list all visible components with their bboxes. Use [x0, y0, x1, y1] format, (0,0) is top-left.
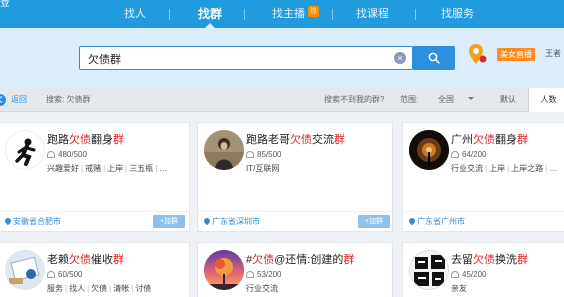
group-card[interactable]: #欠债@还情:创建的群 53/200 行业交流 [197, 242, 393, 297]
group-card[interactable]: 去留欠债换洗群 45/200 亲友 [402, 242, 564, 297]
group-location: 广东省广州市 [417, 217, 465, 226]
range-label: 范围: [400, 95, 419, 104]
member-count: 480/500 [47, 150, 87, 159]
card-footer: 广东省深圳市 +加群 [198, 211, 392, 231]
search-button[interactable] [413, 46, 455, 70]
member-count: 85/500 [246, 150, 281, 159]
people-icon [451, 271, 459, 278]
group-location: 安徽省合肥市 [13, 217, 61, 226]
card-footer: 安徽省合肥市 +加群 [0, 211, 189, 231]
group-name[interactable]: 广州欠债翻身群 [451, 131, 528, 147]
group-card[interactable]: 老赖欠债催收群 60/500 服务 | 找人 | 欠债 | 清帐 | 讨债 [0, 242, 190, 297]
join-group-button[interactable]: +加群 [358, 215, 390, 228]
group-tags: IT/互联网 [246, 164, 280, 173]
group-name[interactable]: 去留欠债换洗群 [451, 251, 528, 267]
map-pin-icon[interactable] [468, 42, 488, 66]
group-card[interactable]: 广州欠债翻身群 64/200 行业交流 | 上岸 | 上岸之路 |… 广东省广州市 [402, 122, 564, 232]
hot-badge: 热 [308, 6, 319, 17]
group-tags: 兴趣爱好 | 戒赌 | 上岸 | 三五瓶 |… [47, 164, 168, 173]
location-icon [202, 216, 212, 226]
group-name[interactable]: #欠债@还情:创建的群 [246, 251, 354, 267]
member-count: 45/200 [451, 270, 486, 279]
not-found-link[interactable]: 搜索不到我的群? [324, 88, 384, 112]
people-icon [47, 271, 55, 278]
group-location: 广东省深圳市 [212, 217, 260, 226]
search-band: × 美女直播 王者 [0, 28, 564, 88]
nav-find-courses[interactable]: 找课程 [356, 0, 389, 28]
search-box: × [79, 46, 413, 70]
nav-find-people[interactable]: 找人 [124, 0, 146, 28]
location-icon [407, 216, 417, 226]
nav-find-anchors[interactable]: 找主播 [272, 0, 305, 28]
group-tags: 服务 | 找人 | 欠债 | 清帐 | 讨债 [47, 284, 152, 293]
group-avatar [409, 130, 449, 170]
group-name[interactable]: 跑路欠债翻身群 [47, 131, 124, 147]
group-name[interactable]: 跑路老哥欠债交流群 [246, 131, 345, 147]
group-avatar [5, 250, 45, 290]
clear-icon[interactable]: × [394, 52, 406, 64]
sort-tab-default[interactable]: 默认 [488, 88, 528, 112]
nav-divider [332, 9, 333, 20]
group-tags: 亲友 [451, 284, 467, 293]
people-icon [47, 151, 55, 158]
card-footer: 广东省广州市 [403, 211, 564, 231]
member-count: 64/200 [451, 150, 486, 159]
location-icon [3, 216, 13, 226]
group-tags: 行业交流 | 上岸 | 上岸之路 |… [451, 164, 558, 173]
group-avatar [204, 250, 244, 290]
back-icon[interactable] [0, 94, 6, 106]
search-summary: 搜索: 欠债群 [46, 95, 91, 104]
search-icon [428, 52, 440, 64]
people-icon [451, 151, 459, 158]
sort-tab-members[interactable]: 人数 [528, 88, 564, 112]
people-icon [246, 271, 254, 278]
filter-bar: 返回 搜索: 欠债群 搜索不到我的群? 范围: 全国 默认 人数 [0, 88, 564, 112]
corner-text: 登 [0, 0, 10, 9]
live-tag[interactable]: 美女直播 [497, 48, 535, 61]
group-name[interactable]: 老赖欠债催收群 [47, 251, 124, 267]
nav-divider [169, 9, 170, 20]
group-avatar [5, 130, 45, 170]
range-dropdown[interactable]: 全国 [438, 88, 474, 112]
nav-divider [415, 9, 416, 20]
group-tags: 行业交流 [246, 284, 278, 293]
search-input[interactable] [88, 51, 378, 66]
member-count: 53/200 [246, 270, 281, 279]
group-card[interactable]: 跑路欠债翻身群 480/500 兴趣爱好 | 戒赌 | 上岸 | 三五瓶 |… 安徽省合肥市 … [0, 122, 190, 232]
join-group-button[interactable]: +加群 [153, 215, 185, 228]
people-icon [246, 151, 254, 158]
group-avatar [204, 130, 244, 170]
top-nav: 登 找人 找群 找主播 热 找课程 找服务 [0, 0, 564, 28]
group-avatar [409, 250, 449, 290]
group-card[interactable]: 跑路老哥欠债交流群 85/500 IT/互联网 广东省深圳市 +加群 [197, 122, 393, 232]
nav-find-services[interactable]: 找服务 [441, 0, 474, 28]
member-count: 60/500 [47, 270, 82, 279]
user-name[interactable]: 王者 [545, 48, 561, 59]
nav-find-groups[interactable]: 找群 [198, 0, 222, 28]
back-link[interactable]: 返回 [11, 88, 27, 112]
nav-divider [244, 9, 245, 20]
